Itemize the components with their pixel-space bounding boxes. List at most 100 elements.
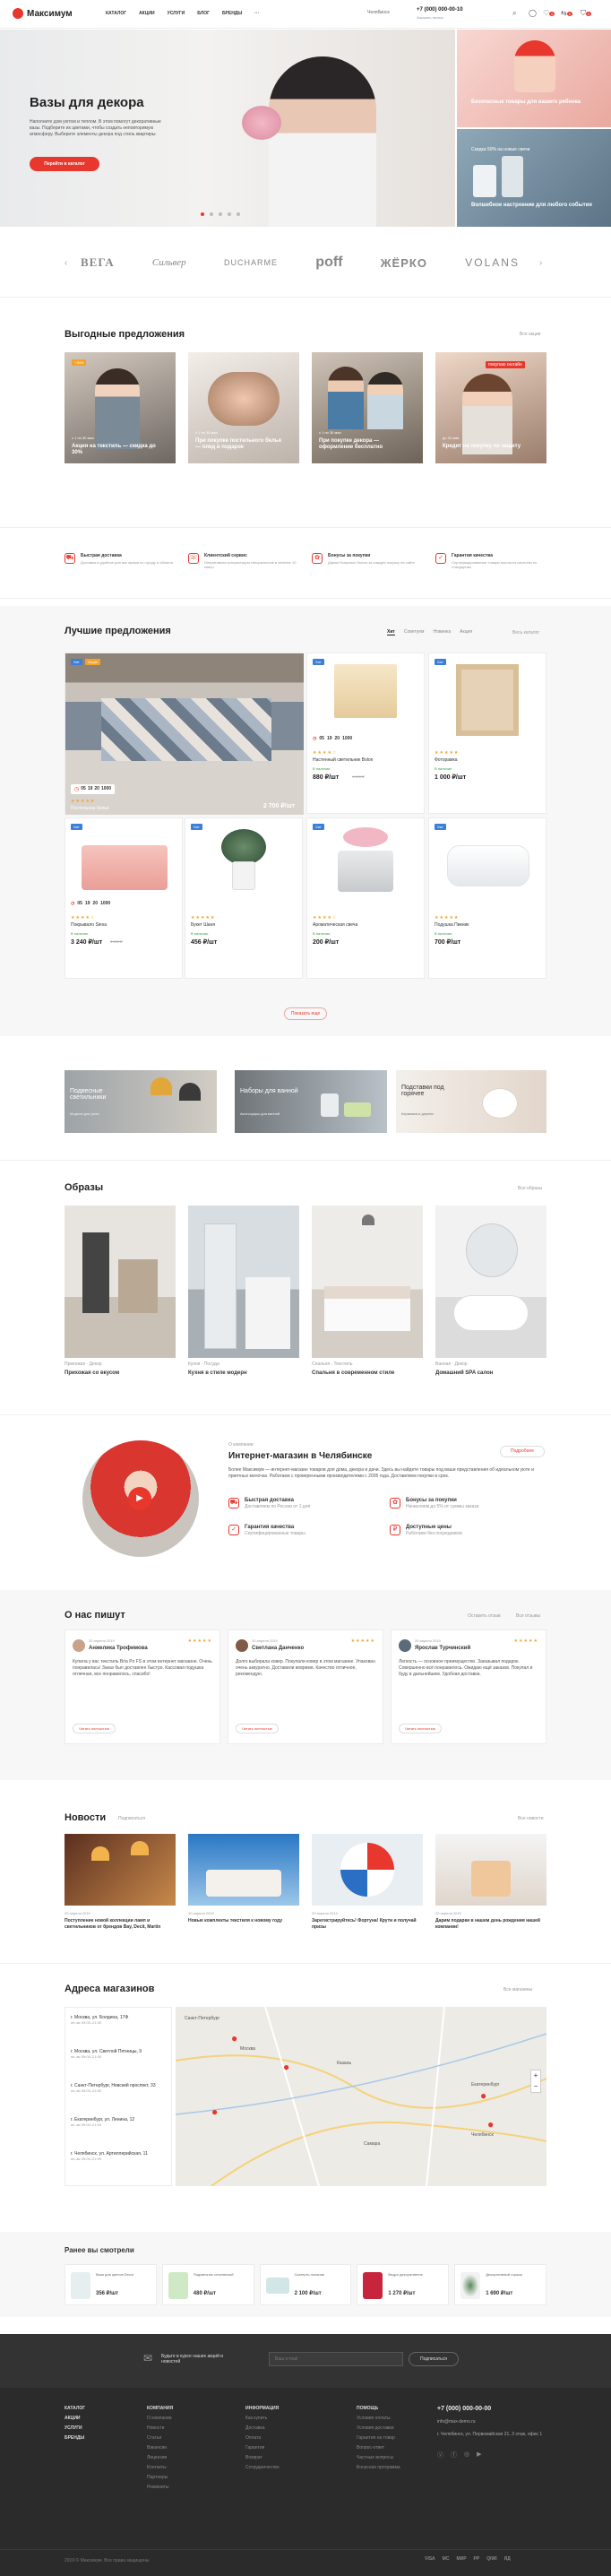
footer-link[interactable]: КАТАЛОГ [65,2406,85,2411]
read-more-button[interactable]: Читать полностью [73,1724,116,1733]
viewed-item[interactable]: Ведро декоративное 1 270 ₽/шт [357,2264,450,2305]
news-text[interactable]: Зарегистрируйтесь! Фортуна! Крути и полу… [312,1918,423,1930]
offer-card[interactable]: с 1 по 30 мая При покупке декора — оформ… [312,352,423,463]
news-subscribe-link[interactable]: Подписаться [118,1816,145,1821]
product-card[interactable]: Хит ◷ 05 19 20 1000 ★★★★☆ Настенный светильн… [306,653,425,814]
news-all-link[interactable]: Все новости [518,1816,544,1821]
side-banner-top[interactable]: Безопасные товары для вашего ребенка [457,30,611,127]
tab-hit[interactable]: Хит [387,629,395,635]
brand-logo[interactable]: VOLANS [465,256,520,269]
map-pin-icon[interactable]: ● [231,2032,237,2044]
brand-name[interactable]: Максимум [27,9,73,19]
tab-new[interactable]: Новинка [433,629,451,635]
facebook-icon[interactable]: ⓕ [451,2451,457,2459]
footer-email[interactable]: info@max-demo.ru [437,2419,545,2425]
stores-map[interactable]: ● ● ● ● ● Москва Казань Екатеринбург Чел… [176,2007,546,2186]
zoom-in-icon[interactable]: + [531,2070,540,2081]
brands-next-icon[interactable]: › [539,258,542,268]
nav-services[interactable]: УСЛУГИ [168,11,185,16]
interior-card[interactable] [435,1206,546,1358]
hero-catalog-button[interactable]: Перейти в каталог [30,157,99,171]
interior-title[interactable]: Спальня в современном стиле [312,1370,394,1376]
footer-link[interactable]: БРЕНДЫ [65,2435,85,2441]
store-item[interactable]: г. Санкт-Петербург, Невский проспект, 33… [71,2083,169,2093]
news-image[interactable] [188,1834,299,1906]
interior-title[interactable]: Прихожая со вкусом [65,1370,119,1376]
map-pin-icon[interactable]: ● [487,2118,494,2131]
slider-dot[interactable] [210,212,213,216]
footer-link[interactable]: Бонусная программа [357,2465,400,2470]
show-more-button[interactable]: Показать еще [284,1007,327,1020]
footer-link[interactable]: Контакты [147,2465,173,2470]
map-pin-icon[interactable]: ● [211,2105,218,2118]
tab-sale[interactable]: Акция [460,629,472,635]
callback-link[interactable]: Заказать звонок [417,15,443,20]
product-card[interactable]: Хит ★★★★★ Фоторамка В наличии 1 000 ₽/шт [428,653,546,814]
promo-banner[interactable]: Наборы для ванной Аксессуары для ванной [235,1070,387,1133]
viewed-item[interactable]: Подсвечник стеклянный 480 ₽/шт [161,2264,254,2305]
product-card[interactable]: Хит ★★★★★ Букет Шаня В наличии 456 ₽/шт [185,817,303,979]
news-text[interactable]: Поступление новой коллекции ламп и свети… [65,1918,176,1930]
slider-dot[interactable] [219,212,222,216]
read-more-button[interactable]: Читать полностью [236,1724,279,1733]
stores-all-link[interactable]: Все магазины [503,1987,532,1993]
footer-link[interactable]: Как купить [245,2416,280,2421]
slider-dot[interactable] [237,212,240,216]
youtube-icon[interactable]: ▶ [477,2451,481,2459]
user-icon[interactable]: ◯ [529,9,537,17]
product-name[interactable]: Ароматическая свеча [313,922,357,928]
footer-link[interactable]: Гарантия на товар [357,2435,400,2441]
offer-card[interactable]: покупаю онлайн до 31 мая Кредит на покуп… [435,352,546,463]
brand-logo[interactable]: ВЕГА [81,255,115,270]
store-item[interactable]: г. Москва, ул. Болдина, 17Ф пн–вс 09:00–2… [71,2015,169,2025]
slider-dot[interactable] [228,212,231,216]
footer-link[interactable]: УСЛУГИ [65,2425,85,2431]
all-reviews-link[interactable]: Все отзывы [516,1613,540,1619]
subscribe-button[interactable]: Подписаться [409,2352,459,2366]
interior-card[interactable] [312,1206,423,1358]
product-name[interactable]: Фоторамка [435,757,458,763]
slider-dot[interactable] [201,212,204,216]
footer-link[interactable]: Гарантия [245,2445,280,2451]
footer-link[interactable]: Условия доставки [357,2425,400,2431]
instagram-icon[interactable]: ◎ [464,2451,469,2459]
footer-link[interactable]: Вопрос-ответ [357,2445,400,2451]
zoom-out-icon[interactable]: − [531,2081,540,2092]
brand-logo[interactable]: ЖЁРКО [381,256,427,270]
offer-card[interactable]: с 1 по 30 мая При покупке постельного бе… [188,352,299,463]
store-item[interactable]: г. Челябинск, ул. Артиллерийская, 11 пн–в… [71,2151,169,2161]
footer-link[interactable]: Доставка [245,2425,280,2431]
product-name[interactable]: Покрывало Siesa [71,922,107,928]
footer-link[interactable]: Условия оплаты [357,2416,400,2421]
offer-card[interactable]: −30% с 1 по 30 мая Акция на текстиль — с… [65,352,176,463]
best-all-link[interactable]: Весь каталог [512,630,539,635]
images-all-link[interactable]: Все образы [518,1186,542,1191]
news-image[interactable] [435,1834,546,1906]
city-select[interactable]: Челябинск [367,10,390,15]
vk-icon[interactable]: ⓥ [437,2451,443,2459]
nav-catalog[interactable]: КАТАЛОГ [106,11,126,16]
brand-logo[interactable]: DUCHARME [224,258,278,267]
store-item[interactable]: г. Москва, ул. Светлой Пятницы, 9 пн–вс 0… [71,2049,169,2059]
promo-banner[interactable]: Подставки под горячее Керамика и дерево [396,1070,546,1133]
map-pin-icon[interactable]: ● [480,2089,486,2102]
brand-logo[interactable]: Сильвер [152,257,186,268]
footer-link[interactable]: Новости [147,2425,173,2431]
footer-link[interactable]: Лицензии [147,2455,173,2460]
news-image[interactable] [312,1834,423,1906]
tab-recommend[interactable]: Советуем [404,629,425,635]
footer-phone[interactable]: +7 (000) 000-00-00 [437,2406,545,2412]
nav-brands[interactable]: БРЕНДЫ [222,11,242,16]
footer-link[interactable]: Возврат [245,2455,280,2460]
product-name[interactable]: Букет Шаня [191,922,215,928]
footer-link[interactable]: Частные вопросы [357,2455,400,2460]
footer-link[interactable]: Партнеры [147,2475,173,2480]
brand-logo[interactable]: poff [315,255,342,271]
product-name[interactable]: Подушка Пикник [435,922,469,928]
footer-link[interactable]: Сотрудничество [245,2465,280,2470]
news-text[interactable]: Дарим подарки в нашем день рождения наше… [435,1918,546,1930]
footer-link[interactable]: АКЦИИ [65,2416,85,2421]
cart-icon[interactable]: ⛉ 0 [581,9,592,18]
viewed-item[interactable]: Скатерть льняная 2 100 ₽/шт [259,2264,352,2305]
phone[interactable]: +7 (000) 000-00-10 [417,7,463,13]
